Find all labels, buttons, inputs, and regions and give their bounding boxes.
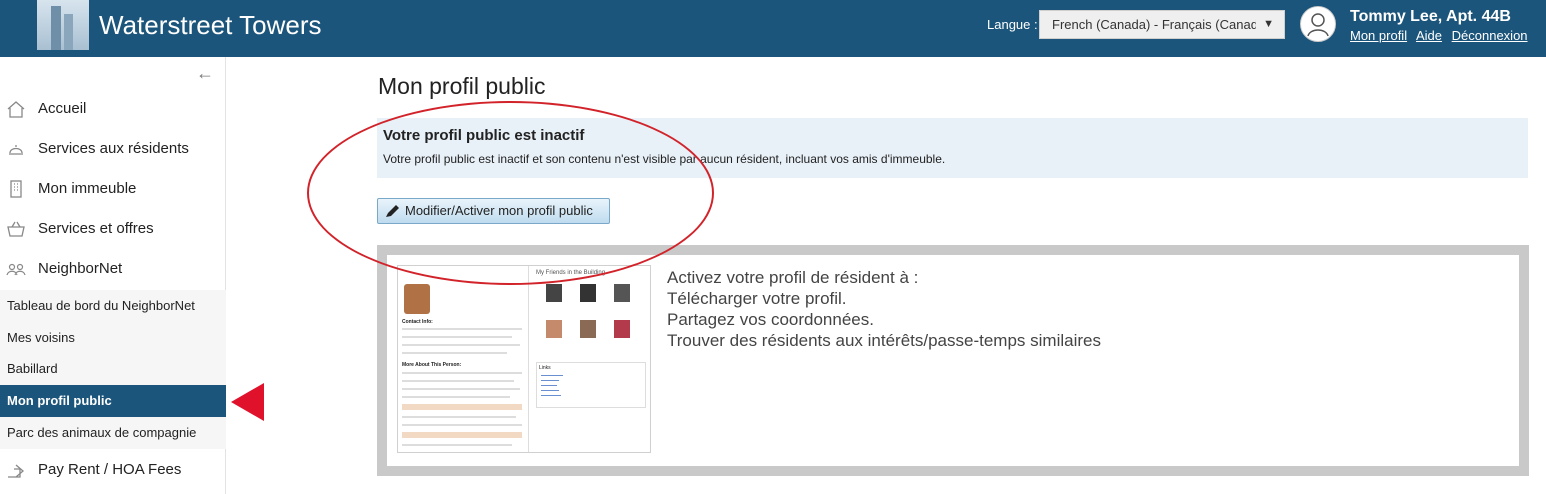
avatar[interactable]: [1300, 6, 1336, 42]
sidebar-item-neighbornet[interactable]: NeighborNet: [0, 249, 226, 289]
payment-icon: [8, 464, 24, 478]
user-silhouette-icon: [1307, 13, 1329, 37]
language-label: Langue :: [987, 17, 1038, 32]
preview-links-box: Links: [536, 362, 646, 408]
subitem-label: Mon profil public: [7, 393, 112, 408]
collapse-arrow-icon[interactable]: ←: [196, 63, 214, 84]
notice-title: Votre profil public est inactif: [383, 127, 585, 144]
subitem-label: Babillard: [7, 361, 58, 376]
my-profile-link[interactable]: Mon profil: [1350, 28, 1407, 43]
sidebar: ← Accueil Services aux résidents Mon imm…: [0, 57, 226, 494]
sidebar-item-services-offers[interactable]: Services et offres: [0, 209, 226, 249]
promo-inner: Contact Info: More About This Person: My…: [387, 255, 1519, 466]
preview-contact-heading: Contact Info:: [402, 319, 433, 325]
preview-profile-column: Contact Info: More About This Person:: [398, 266, 529, 452]
subitem-pet-park[interactable]: Parc des animaux de compagnie: [0, 417, 226, 449]
sidebar-item-label: Pay Rent / HOA Fees: [38, 461, 182, 478]
sidebar-item-label: Services aux résidents: [38, 140, 189, 157]
edit-activate-profile-button[interactable]: Modifier/Activer mon profil public: [377, 198, 610, 224]
logout-link[interactable]: Déconnexion: [1452, 28, 1528, 43]
app-title[interactable]: Waterstreet Towers: [99, 8, 322, 42]
sidebar-item-resident-services[interactable]: Services aux résidents: [0, 129, 226, 169]
app-header: Waterstreet Towers Langue : French (Cana…: [0, 0, 1546, 57]
people-icon: [6, 263, 26, 276]
sidebar-item-label: NeighborNet: [38, 260, 123, 277]
promo-line: Télécharger votre profil.: [667, 289, 847, 308]
sidebar-item-my-building[interactable]: Mon immeuble: [0, 169, 226, 209]
preview-photo: [404, 284, 430, 314]
notice-text: Votre profil public est inactif et son c…: [383, 152, 946, 166]
inactive-notice: Votre profil public est inactif Votre pr…: [377, 118, 1528, 178]
basket-icon: [7, 221, 25, 237]
annotation-arrow: [231, 383, 264, 421]
home-icon: [7, 101, 25, 118]
pen-icon: [386, 205, 399, 217]
page-title: Mon profil public: [378, 73, 546, 99]
subitem-label: Tableau de bord du NeighborNet: [7, 298, 195, 313]
user-links: Mon profil Aide Déconnexion: [1350, 28, 1534, 43]
promo-line: Trouver des résidents aux intérêts/passe…: [667, 331, 1101, 350]
user-name: Tommy Lee, Apt. 44B: [1350, 8, 1511, 25]
subitem-neighbornet-dashboard[interactable]: Tableau de bord du NeighborNet: [0, 290, 226, 322]
edit-button-label: Modifier/Activer mon profil public: [405, 203, 593, 218]
service-bell-icon: [9, 145, 23, 155]
subitem-label: Mes voisins: [7, 330, 75, 345]
language-select-value: French (Canada) - Français (Canada): [1052, 17, 1256, 32]
sidebar-item-label: Services et offres: [38, 220, 154, 237]
promo-line: Activez votre profil de résident à :: [667, 268, 919, 287]
profile-preview-thumbnail: Contact Info: More About This Person: My…: [397, 265, 651, 453]
preview-links-heading: Links: [539, 365, 551, 371]
sidebar-item-label: Mon immeuble: [38, 180, 137, 197]
preview-more-heading: More About This Person:: [402, 362, 462, 368]
sidebar-item-pay-rent[interactable]: Pay Rent / HOA Fees: [0, 450, 226, 490]
help-link[interactable]: Aide: [1416, 28, 1442, 43]
sidebar-item-label: Accueil: [38, 100, 87, 117]
sidebar-item-home[interactable]: Accueil: [0, 89, 226, 129]
promo-text: Activez votre profil de résident à : Tél…: [667, 267, 1101, 351]
building-logo[interactable]: [37, 0, 89, 50]
preview-friends-column: My Friends in the Building Links: [536, 270, 646, 450]
caret-down-icon: ▼: [1263, 18, 1274, 30]
preview-friends-heading: My Friends in the Building: [536, 270, 606, 276]
subitem-my-neighbors[interactable]: Mes voisins: [0, 322, 226, 354]
subitem-my-public-profile[interactable]: Mon profil public: [0, 385, 226, 417]
language-select[interactable]: French (Canada) - Français (Canada) ▼: [1039, 10, 1285, 39]
subitem-label: Parc des animaux de compagnie: [7, 425, 197, 440]
profile-promo: Contact Info: More About This Person: My…: [377, 245, 1529, 476]
promo-line: Partagez vos coordonnées.: [667, 310, 874, 329]
subitem-bulletin-board[interactable]: Babillard: [0, 353, 226, 385]
building-icon: [10, 180, 22, 198]
